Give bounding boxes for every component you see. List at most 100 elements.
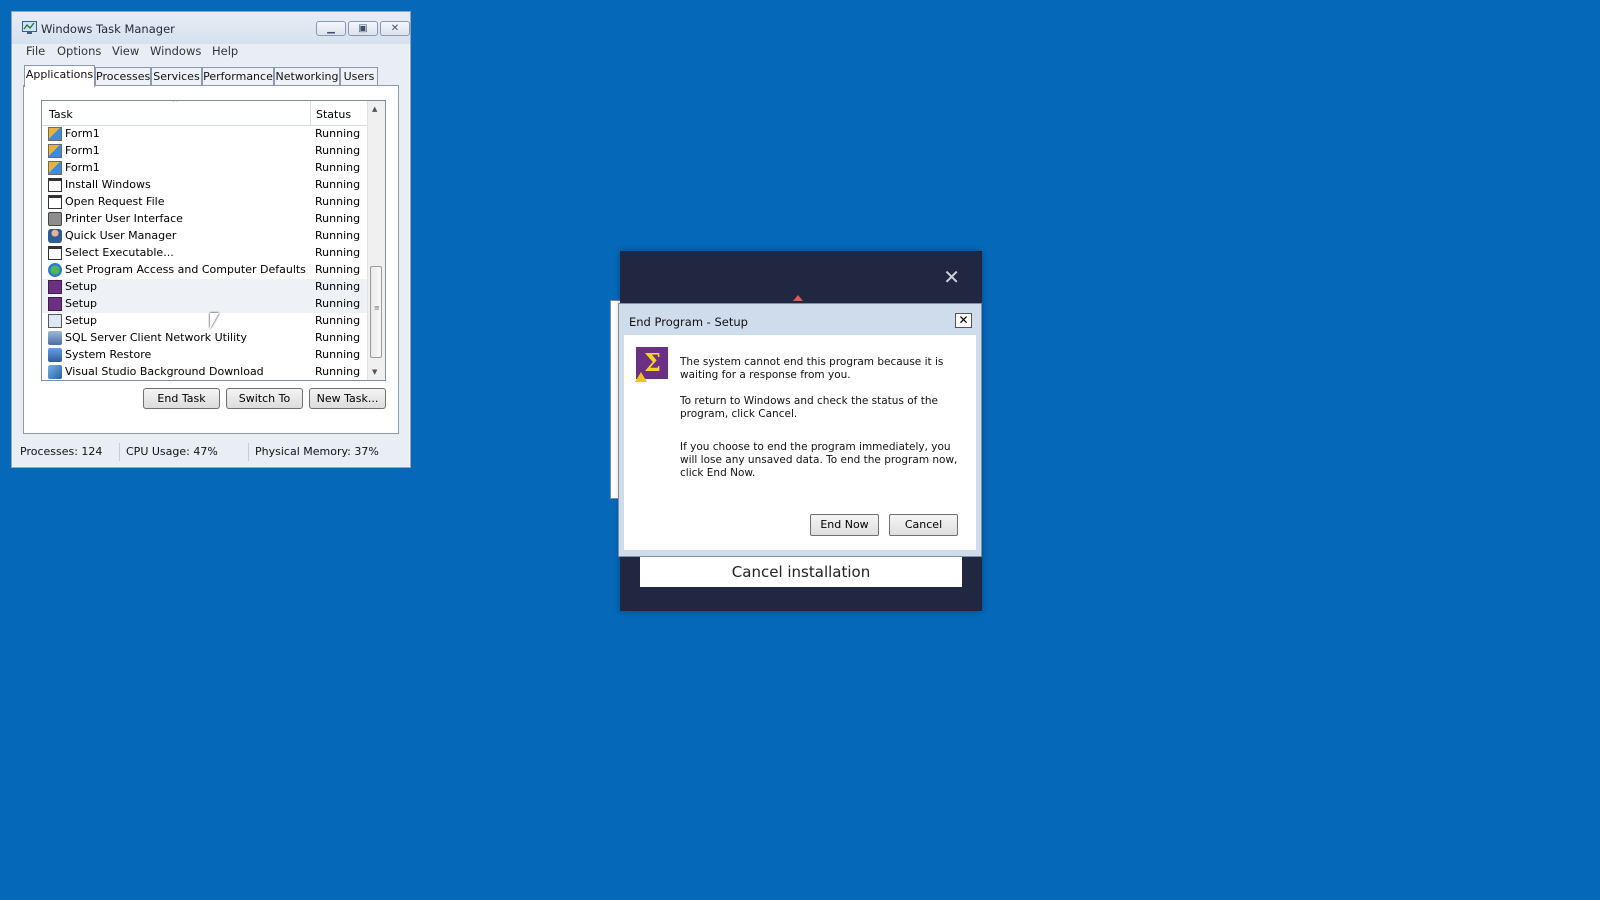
setup-warning-icon: Σ — [635, 347, 668, 382]
dialog-message-waiting: The system cannot end this program becau… — [680, 356, 944, 381]
window-icon — [48, 246, 62, 260]
tab-networking[interactable]: Networking — [274, 67, 340, 86]
tab-services[interactable]: Services — [151, 67, 202, 86]
task-name: Setup — [65, 297, 98, 310]
task-status: Running — [315, 331, 361, 344]
sql-icon — [48, 331, 62, 345]
printer-icon — [48, 212, 62, 226]
task-name: Set Program Access and Computer Defaults — [65, 263, 306, 276]
task-name: Visual Studio Background Download — [65, 365, 264, 378]
cpu-usage: CPU Usage: 47% — [126, 445, 218, 458]
task-name: System Restore — [65, 348, 152, 361]
title-bar[interactable]: Windows Task Manager ▁ ▣ ✕ — [12, 12, 410, 44]
installer-logo-peak-icon — [793, 295, 803, 301]
table-row[interactable]: Setup Running — [42, 279, 368, 296]
table-row[interactable]: Install Windows Running — [42, 177, 368, 194]
table-row[interactable]: Open Request File Running — [42, 194, 368, 211]
task-name: SQL Server Client Network Utility — [65, 331, 247, 344]
table-row[interactable]: System Restore Running — [42, 347, 368, 364]
dialog-close-button[interactable]: ✕ — [955, 313, 972, 328]
tab-applications[interactable]: Applications — [24, 65, 95, 87]
task-status: Running — [315, 161, 361, 174]
tab-users[interactable]: Users — [340, 67, 378, 86]
form-icon — [48, 127, 62, 141]
mouse-cursor-icon — [210, 313, 219, 329]
vs-icon — [48, 365, 62, 379]
task-name: Open Request File — [65, 195, 165, 208]
minimize-button[interactable]: ▁ — [316, 21, 346, 36]
table-row[interactable]: Printer User Interface Running — [42, 211, 368, 228]
task-manager-window: Windows Task Manager ▁ ▣ ✕ File Options … — [11, 11, 411, 468]
dialog-message-cancel: To return to Windows and check the statu… — [680, 395, 938, 420]
maximize-button[interactable]: ▣ — [348, 21, 378, 36]
dialog-message-end-now: If you choose to end the program immedia… — [680, 441, 958, 479]
column-divider[interactable] — [310, 101, 311, 125]
scroll-thumb[interactable]: ≡ — [370, 266, 382, 358]
task-status: Running — [315, 127, 361, 140]
globe-icon — [48, 263, 62, 277]
task-name: Install Windows — [65, 178, 151, 191]
task-status: Running — [315, 246, 361, 259]
new-task-button[interactable]: New Task... — [309, 388, 386, 409]
task-name: Quick User Manager — [65, 229, 177, 242]
task-status: Running — [315, 365, 361, 378]
scroll-down-arrow-icon[interactable]: ▼ — [372, 368, 377, 376]
window-title: Windows Task Manager — [41, 22, 175, 36]
table-row[interactable]: Visual Studio Background Download Running — [42, 364, 368, 380]
installer-icon — [48, 314, 62, 328]
task-status: Running — [315, 212, 361, 225]
task-name: Printer User Interface — [65, 212, 183, 225]
table-row[interactable]: Setup Running — [42, 313, 368, 330]
installer-close-icon[interactable]: ✕ — [943, 265, 960, 289]
task-name: Setup — [65, 280, 98, 293]
table-row[interactable]: Setup Running — [42, 296, 368, 313]
task-manager-icon — [22, 21, 37, 34]
vertical-scrollbar[interactable]: ▲ ≡ ▼ — [367, 101, 385, 380]
column-header-task[interactable]: Task — [49, 108, 73, 121]
dialog-title-bar[interactable]: End Program - Setup ✕ — [619, 304, 981, 334]
table-row[interactable]: Form1 Running — [42, 126, 368, 143]
task-status: Running — [315, 195, 361, 208]
task-name: Form1 — [65, 161, 100, 174]
table-row[interactable]: SQL Server Client Network Utility Running — [42, 330, 368, 347]
processes-count: Processes: 124 — [20, 445, 103, 458]
table-row[interactable]: Form1 Running — [42, 143, 368, 160]
table-row[interactable]: Select Executable... Running — [42, 245, 368, 262]
window-icon — [48, 195, 62, 209]
task-rows: Form1 Running Form1 Running Form1 Running Inst… — [42, 126, 368, 380]
task-list[interactable]: ^ Task Status Form1 Running Form1 Running Fo… — [41, 100, 386, 381]
task-status: Running — [315, 348, 361, 361]
end-now-button[interactable]: End Now — [810, 514, 879, 536]
status-divider — [119, 443, 120, 461]
setup-icon — [48, 280, 62, 294]
switch-to-button[interactable]: Switch To — [226, 388, 303, 409]
task-status: Running — [315, 314, 361, 327]
end-task-button[interactable]: End Task — [143, 388, 220, 409]
user-icon — [48, 229, 62, 243]
restore-icon — [48, 348, 62, 362]
table-row[interactable]: Form1 Running — [42, 160, 368, 177]
grip-icon: ≡ — [374, 304, 380, 312]
task-status: Running — [315, 229, 361, 242]
task-status: Running — [315, 263, 361, 276]
form-icon — [48, 144, 62, 158]
task-status: Running — [315, 178, 361, 191]
task-name: Select Executable... — [65, 246, 174, 259]
menu-options[interactable]: Options — [57, 44, 101, 58]
cancel-installation-button[interactable]: Cancel installation — [640, 557, 962, 587]
table-row[interactable]: Quick User Manager Running — [42, 228, 368, 245]
sort-arrow-icon: ^ — [172, 100, 179, 107]
menu-view[interactable]: View — [112, 44, 139, 58]
tab-performance[interactable]: Performance — [202, 67, 274, 86]
physical-memory: Physical Memory: 37% — [255, 445, 379, 458]
tab-processes[interactable]: Processes — [95, 67, 151, 86]
menu-file[interactable]: File — [26, 44, 45, 58]
menu-help[interactable]: Help — [212, 44, 238, 58]
task-status: Running — [315, 280, 361, 293]
menu-windows[interactable]: Windows — [150, 44, 201, 58]
cancel-button[interactable]: Cancel — [889, 514, 958, 536]
scroll-up-arrow-icon[interactable]: ▲ — [372, 105, 377, 113]
column-header-status[interactable]: Status — [316, 108, 351, 121]
close-button[interactable]: ✕ — [380, 21, 410, 36]
table-row[interactable]: Set Program Access and Computer Defaults… — [42, 262, 368, 279]
